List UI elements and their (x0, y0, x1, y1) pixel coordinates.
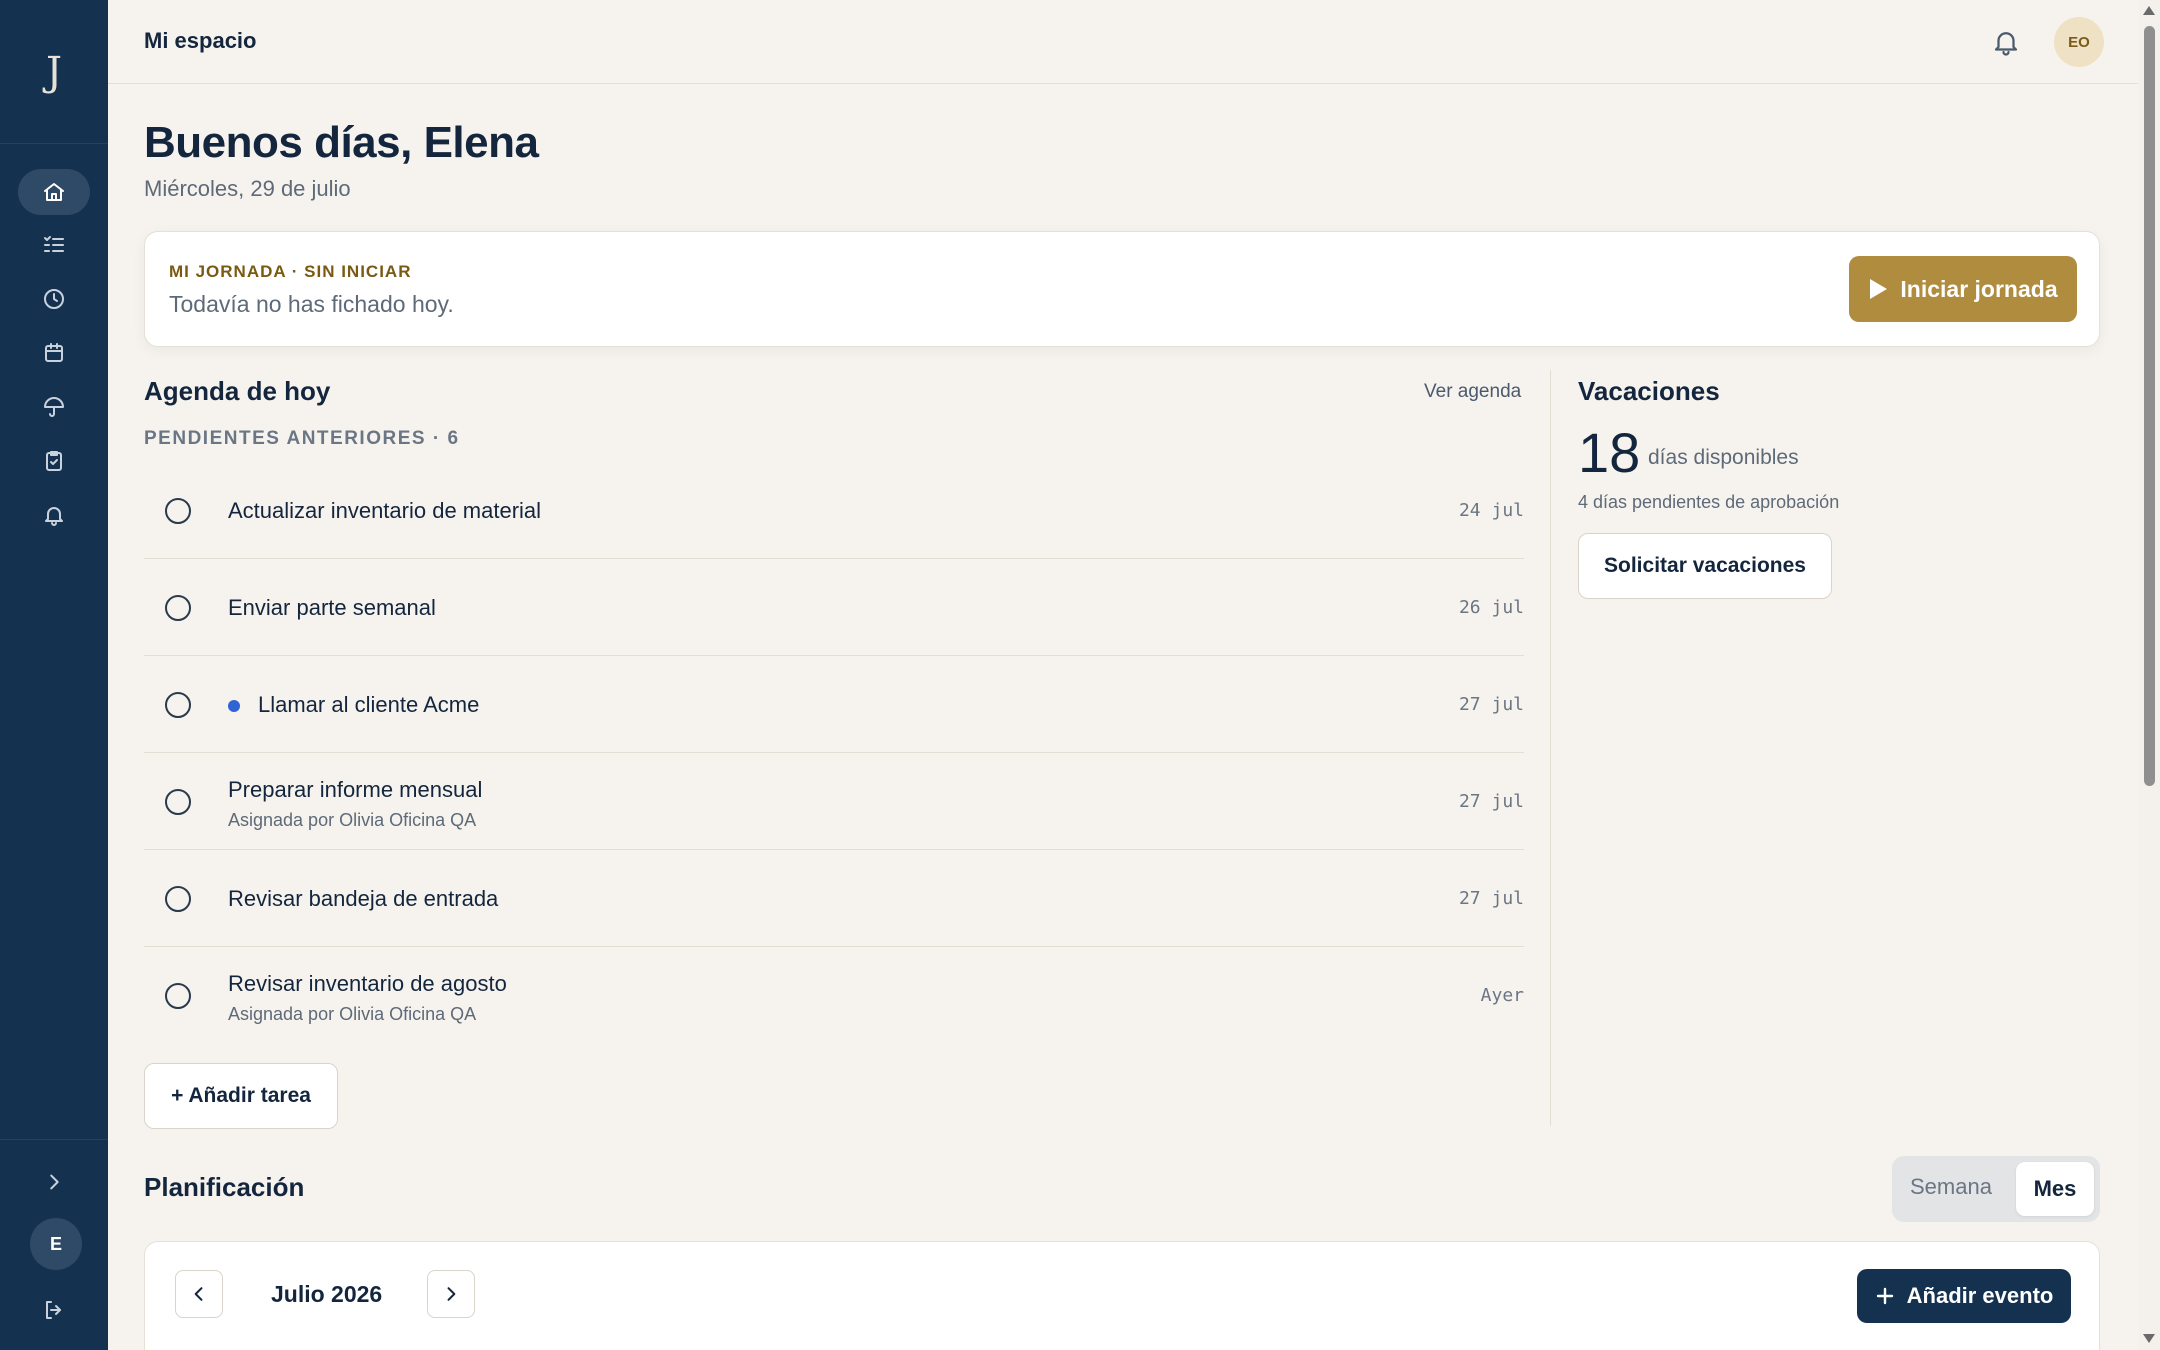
logout-icon (46, 1301, 61, 1319)
view-agenda-link[interactable]: Ver agenda (1424, 381, 1521, 403)
nav-tasks[interactable] (18, 222, 90, 268)
task-date: 26 jul (1458, 597, 1524, 618)
sidebar-expand-button[interactable] (34, 1166, 74, 1198)
sidebar: J E (0, 0, 108, 1350)
task-title: Revisar bandeja de entrada (228, 886, 499, 911)
vacation-pending: 4 días pendientes de aprobación (1578, 492, 1840, 512)
task-row[interactable]: Revisar inventario de agosto Asignada po… (144, 947, 1524, 1044)
start-workday-button[interactable]: Iniciar jornada (1849, 256, 2077, 322)
task-row[interactable]: Enviar parte semanal 26 jul (144, 559, 1524, 656)
task-row[interactable]: Revisar bandeja de entrada 27 jul (144, 850, 1524, 947)
clipboard-icon (46, 451, 62, 471)
sidebar-user-avatar[interactable]: E (30, 1218, 82, 1270)
task-assignee: Asignada por Olivia Oficina QA (228, 1004, 477, 1024)
task-date: 27 jul (1458, 694, 1524, 715)
current-date: Miércoles, 29 de julio (144, 176, 351, 201)
nav-notifications[interactable] (18, 492, 90, 538)
task-title: Llamar al cliente Acme (258, 692, 480, 717)
view-toggle: Semana Mes (1892, 1156, 2100, 1222)
home-icon (44, 183, 64, 201)
next-month-button[interactable] (427, 1270, 475, 1318)
bell-icon (1994, 32, 2018, 56)
add-task-button[interactable]: + Añadir tarea (144, 1063, 338, 1129)
task-date: Ayer (1480, 985, 1524, 1006)
calendar-icon (45, 343, 63, 362)
nav-time[interactable] (18, 276, 90, 322)
task-list: Actualizar inventario de material 24 jul… (144, 462, 1524, 1044)
jornada-status: MI JORNADA · SIN INICIAR (169, 262, 412, 281)
calendar-card: Julio 2026 Añadir evento (144, 1241, 2100, 1350)
task-assignee: Asignada por Olivia Oficina QA (228, 810, 477, 830)
app-logo: J (0, 0, 108, 144)
calendar-month: Julio 2026 (271, 1281, 383, 1307)
vacation-days-count: 18 (1578, 421, 1641, 484)
jornada-card: MI JORNADA · SIN INICIAR Todavía no has … (144, 231, 2100, 347)
task-title: Enviar parte semanal (228, 595, 436, 620)
task-checkbox[interactable] (165, 692, 191, 718)
column-divider (1550, 370, 1551, 1126)
vacations-title: Vacaciones (1578, 376, 1720, 406)
task-row[interactable]: Actualizar inventario de material 24 jul (144, 462, 1524, 559)
task-date: 27 jul (1458, 791, 1524, 812)
jornada-message: Todavía no has fichado hoy. (169, 291, 454, 317)
nav-requests[interactable] (18, 438, 90, 484)
task-row[interactable]: Preparar informe mensual Asignada por Ol… (144, 753, 1524, 850)
tasks-icon (44, 236, 64, 252)
task-date: 27 jul (1458, 888, 1524, 909)
priority-dot (228, 700, 240, 712)
plus-icon (1876, 1287, 1893, 1305)
task-checkbox[interactable] (165, 886, 191, 912)
task-date: 24 jul (1458, 500, 1524, 521)
request-vacation-button[interactable]: Solicitar vacaciones (1578, 533, 1832, 599)
pending-label: PENDIENTES ANTERIORES · 6 (144, 428, 460, 449)
bell-icon (45, 507, 63, 526)
task-title: Actualizar inventario de material (228, 498, 542, 523)
planning-title: Planificación (144, 1172, 305, 1202)
task-title: Revisar inventario de agosto (228, 971, 507, 996)
chevron-right-icon (50, 1174, 59, 1190)
task-checkbox[interactable] (165, 983, 191, 1009)
umbrella-icon (44, 397, 64, 417)
toggle-month[interactable]: Mes (2016, 1162, 2094, 1216)
toggle-week[interactable]: Semana (1910, 1174, 1992, 1200)
scroll-thumb[interactable] (2144, 26, 2155, 786)
play-icon (1870, 279, 1888, 299)
page-title: Buenos días, Elena (144, 118, 539, 167)
start-workday-label: Iniciar jornada (1900, 275, 2058, 302)
breadcrumb[interactable]: Mi espacio (144, 28, 256, 54)
add-event-button[interactable]: Añadir evento (1857, 1269, 2071, 1323)
logout-button[interactable] (38, 1294, 70, 1326)
sidebar-divider (0, 1139, 108, 1140)
scroll-down-icon[interactable] (2143, 1334, 2155, 1343)
nav-home[interactable] (18, 169, 90, 215)
notifications-button[interactable] (1986, 22, 2026, 62)
nav-calendar[interactable] (18, 330, 90, 376)
user-avatar[interactable]: EO (2054, 17, 2104, 67)
scroll-up-icon[interactable] (2143, 6, 2155, 15)
task-checkbox[interactable] (165, 498, 191, 524)
page-scrollbar[interactable] (2138, 0, 2160, 1350)
chevron-right-icon (447, 1287, 456, 1301)
task-title: Preparar informe mensual (228, 777, 483, 802)
top-bar: Mi espacio EO (108, 0, 2138, 84)
task-checkbox[interactable] (165, 595, 191, 621)
task-checkbox[interactable] (165, 789, 191, 815)
agenda-title: Agenda de hoy (144, 376, 331, 406)
nav-vacations[interactable] (18, 384, 90, 430)
add-event-label: Añadir evento (1906, 1283, 2054, 1308)
task-row[interactable]: Llamar al cliente Acme 27 jul (144, 656, 1524, 753)
chevron-left-icon (194, 1287, 203, 1301)
prev-month-button[interactable] (175, 1270, 223, 1318)
vacation-days-label: días disponibles (1648, 446, 1799, 469)
clock-icon (44, 289, 64, 309)
